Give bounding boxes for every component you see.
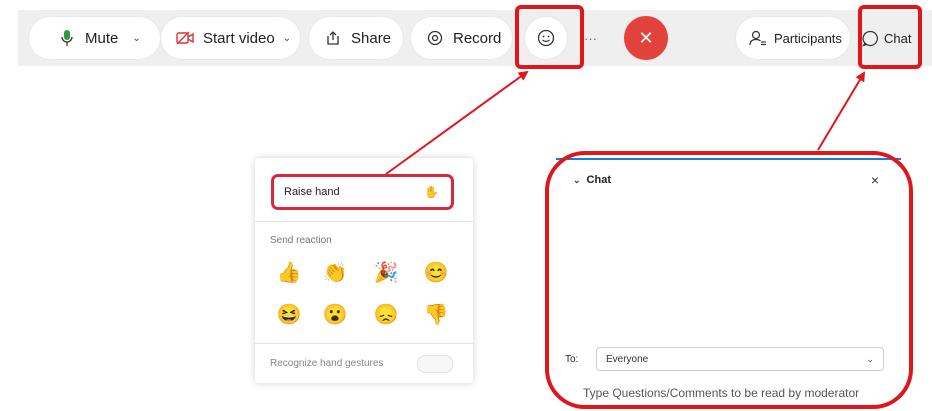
annotation-arrows: [385, 70, 866, 175]
arrow-to-reactions: [385, 70, 529, 175]
arrow-to-chat: [817, 71, 866, 151]
